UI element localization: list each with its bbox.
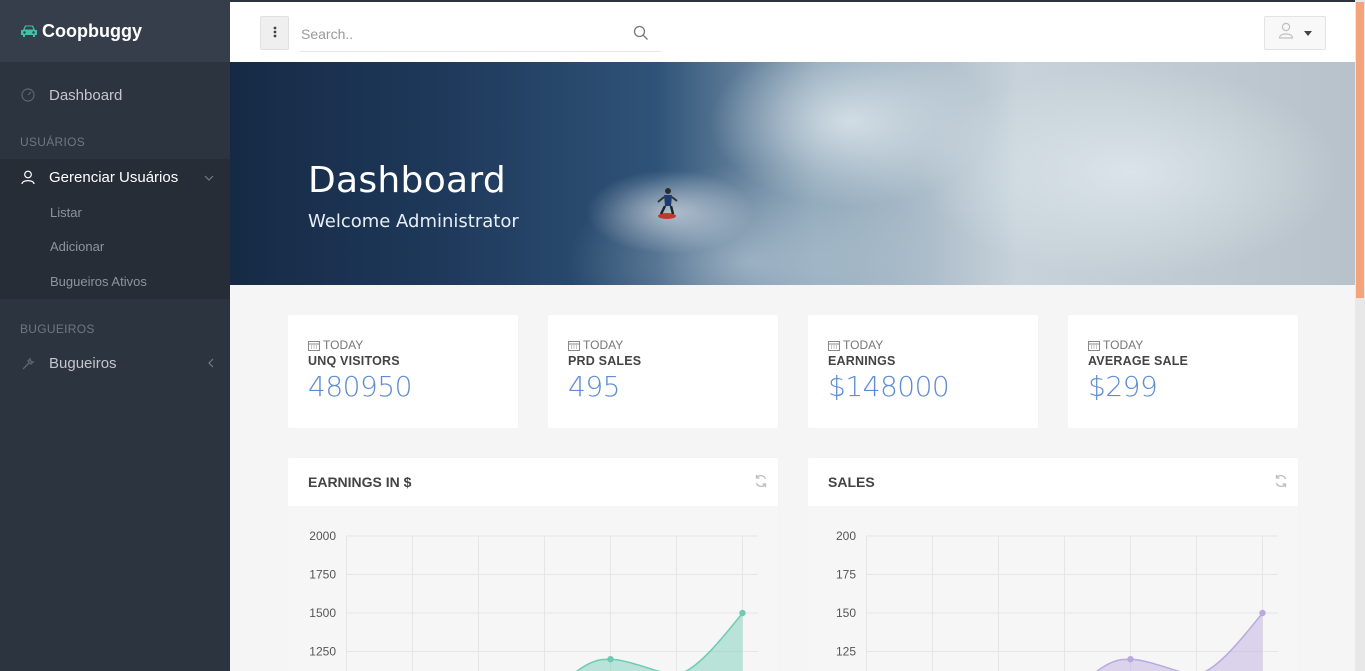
submenu-usuarios: Listar Adicionar Bugueiros Ativos: [0, 195, 230, 299]
scrollbar[interactable]: [1355, 0, 1365, 671]
brand-name: Coopbuggy: [42, 20, 142, 41]
stat-label: AVERAGE SALE: [1088, 354, 1189, 368]
surfer-image: [657, 188, 678, 219]
hero-subtitle: Welcome Administrator: [308, 211, 519, 232]
data-point: [1259, 609, 1266, 617]
chart-card-earnings: EARNINGS IN $ 2000 1750 1500 1250: [288, 458, 778, 671]
stat-period-label: TODAY: [323, 338, 364, 352]
chart-area: 2000 1750 1500 1250: [288, 506, 778, 671]
data-point: [607, 656, 614, 663]
y-tick-label: 125: [836, 645, 856, 659]
chart-area: 200 175 150 125: [808, 506, 1298, 671]
data-point: [739, 609, 746, 617]
car-icon: [20, 24, 38, 38]
avatar-icon: [1278, 22, 1294, 44]
chevron-left-icon: [208, 357, 214, 371]
stat-value: 495: [568, 370, 620, 403]
stat-value: 480950: [308, 370, 412, 403]
chart-card-sales: SALES 200 175 150 125: [808, 458, 1298, 671]
stat-card-visitors: TODAY UNQ VISITORS 480950: [288, 315, 518, 428]
stat-value: $299: [1088, 370, 1158, 403]
stat-period: TODAY: [828, 338, 1018, 352]
hero-banner: Dashboard Welcome Administrator: [230, 62, 1355, 285]
y-tick-label: 1250: [309, 645, 336, 659]
topbar: [230, 0, 1355, 62]
sales-chart: 200 175 150 125: [836, 529, 1278, 671]
sidebar-item-label: Dashboard: [49, 86, 123, 104]
y-tick-label: 200: [836, 529, 856, 543]
stat-label: UNQ VISITORS: [308, 354, 400, 368]
wrench-icon: [20, 356, 36, 371]
stat-period-label: TODAY: [843, 338, 884, 352]
search-input[interactable]: [300, 24, 620, 43]
sidebar-item-label: Bugueiros: [49, 355, 117, 372]
y-tick-label: 175: [836, 568, 856, 582]
stat-period: TODAY: [1088, 338, 1278, 352]
menu-toggle-button[interactable]: [260, 16, 289, 50]
user-icon: [20, 170, 36, 185]
calendar-icon: [308, 340, 320, 351]
calendar-icon: [1088, 340, 1100, 351]
earnings-chart: 2000 1750 1500 1250: [309, 529, 758, 671]
sidebar-item-label: Gerenciar Usuários: [49, 168, 179, 186]
gauge-icon: [20, 88, 36, 102]
chart-header: EARNINGS IN $: [288, 458, 778, 506]
stat-card-earnings: TODAY EARNINGS $148000: [808, 315, 1038, 428]
hero-title: Dashboard: [308, 160, 507, 201]
section-header-usuarios: USUÁRIOS: [20, 135, 86, 149]
search-icon[interactable]: [633, 25, 649, 46]
chart-title: EARNINGS IN $: [308, 474, 412, 490]
vertical-dots-icon: [273, 25, 277, 41]
chevron-down-icon: [204, 170, 214, 184]
sidebar: Coopbuggy Dashboard USUÁRIOS Gerenciar U…: [0, 0, 230, 671]
sidebar-item-dashboard[interactable]: Dashboard: [0, 77, 230, 113]
y-tick-label: 1750: [309, 568, 336, 582]
data-point: [1127, 656, 1134, 663]
search-bar: [300, 16, 661, 52]
stat-card-sales: TODAY PRD SALES 495: [548, 315, 778, 428]
stat-label: PRD SALES: [568, 354, 642, 368]
brand[interactable]: Coopbuggy: [0, 0, 230, 62]
section-header-bugueiros: BUGUEIROS: [20, 321, 95, 336]
stat-card-average-sale: TODAY AVERAGE SALE $299: [1068, 315, 1298, 428]
calendar-icon: [568, 340, 580, 351]
submenu-item-listar[interactable]: Listar: [0, 195, 230, 230]
chart-header: SALES: [808, 458, 1298, 506]
y-tick-label: 1500: [309, 606, 336, 620]
calendar-icon: [828, 340, 840, 351]
stat-label: EARNINGS: [828, 354, 896, 368]
submenu-item-adicionar[interactable]: Adicionar: [0, 230, 230, 265]
chart-title: SALES: [828, 474, 875, 490]
stat-period: TODAY: [568, 338, 758, 352]
y-tick-label: 150: [836, 606, 856, 620]
scrollbar-thumb[interactable]: [1356, 2, 1364, 298]
caret-down-icon: [1304, 30, 1312, 36]
y-tick-label: 2000: [309, 529, 336, 543]
user-menu-button[interactable]: [1264, 16, 1326, 50]
stat-period-label: TODAY: [1103, 338, 1144, 352]
stat-period-label: TODAY: [583, 338, 624, 352]
stat-period: TODAY: [308, 338, 498, 352]
submenu-item-bugueiros-ativos[interactable]: Bugueiros Ativos: [0, 264, 230, 299]
stat-value: $148000: [828, 370, 950, 403]
sidebar-item-gerenciar-usuarios[interactable]: Gerenciar Usuários: [0, 159, 230, 195]
sidebar-item-bugueiros[interactable]: Bugueiros: [0, 346, 230, 382]
